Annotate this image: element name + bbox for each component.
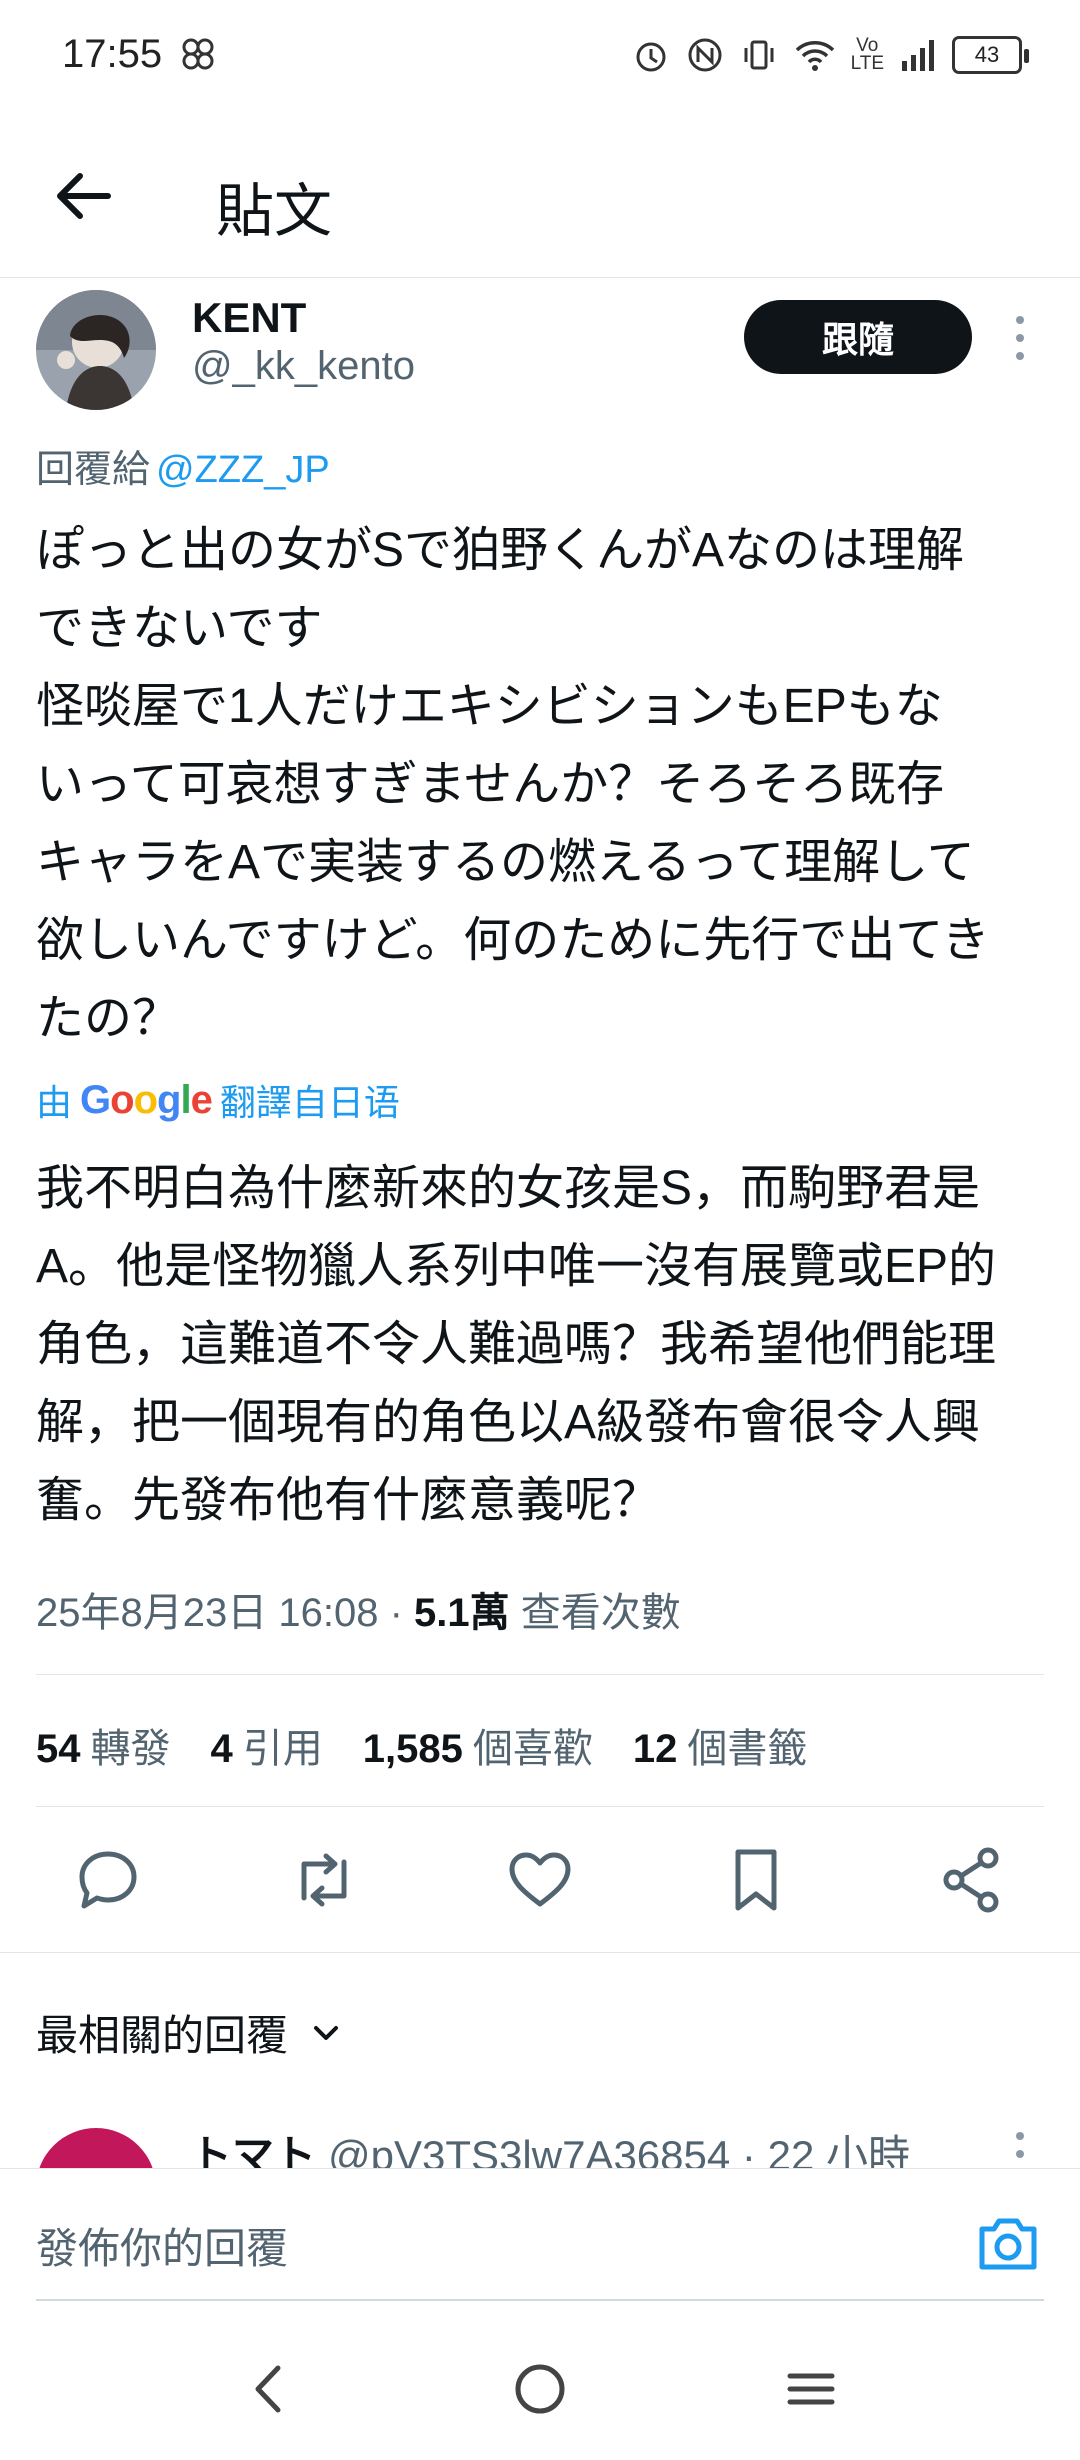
google-logo: Google [80,1077,213,1122]
divider [0,1952,1080,1953]
back-arrow-icon[interactable] [48,160,120,232]
pinwheel-icon [182,38,214,70]
system-nav-bar [0,2314,1080,2460]
replies-sort-label: 最相關的回覆 [36,2012,289,2059]
tweet-stats: 54 轉發 4 引用 1,585 個喜歡 12 個書籤 [36,1716,807,1774]
tweet-timestamp[interactable]: 25年8月23日 16:08 [36,1591,378,1635]
status-time: 17:55 [62,32,163,76]
likes-stat[interactable]: 1,585 個喜歡 [363,1716,593,1774]
reply-input[interactable]: 發佈你的回覆 [36,2215,288,2276]
volte-indicator: Vo LTE [850,35,884,74]
status-icons: Vo LTE 43 [631,30,1029,80]
translation-suffix: 翻譯自日语 [219,1082,400,1123]
quotes-stat[interactable]: 4 引用 [211,1716,323,1774]
views-count: 5.1萬 [414,1591,510,1635]
nfc-icon [688,38,722,72]
alarm-icon [636,42,666,72]
reply-to-prefix: 回覆給 [36,449,151,491]
replies-sort-dropdown[interactable]: 最相關的回覆 [36,2002,344,2063]
reply-icon[interactable] [68,1840,148,1920]
reply-composer: 發佈你的回覆 [0,2168,1080,2314]
more-options-icon[interactable] [1002,310,1038,366]
tweet-translated-text: 我不明白為什麼新來的女孩是S，而駒野君是 A。他是怪物獵人系列中唯一沒有展覽或E… [36,1162,997,1527]
camera-icon[interactable] [972,2207,1044,2279]
signal-icon [902,40,934,71]
reply-to-line: 回覆給 @ZZZ_JP [36,438,330,493]
author-name[interactable]: KENT [192,294,306,342]
reply-to-mention[interactable]: @ZZZ_JP [156,449,330,491]
translation-notice[interactable]: 由 Google 翻譯自日语 [36,1074,400,1126]
author-handle[interactable]: @_kk_kento [192,344,415,389]
nav-home-icon[interactable] [505,2354,575,2424]
battery-icon: 43 [952,36,1029,74]
translation-prefix: 由 [36,1082,73,1123]
wifi-icon [795,41,834,71]
retweets-stat[interactable]: 54 轉發 [36,1716,171,1774]
share-icon[interactable] [932,1840,1012,1920]
author-avatar[interactable] [36,290,156,410]
divider [36,1674,1044,1675]
tweet-meta: 25年8月23日 16:08 · 5.1萬 查看次數 [36,1580,681,1638]
app-header: 貼文 [0,110,1080,278]
status-bar: 17:55 Vo LTE 43 [0,0,1080,110]
bookmarks-stat[interactable]: 12 個書籤 [633,1716,808,1774]
retweet-icon[interactable] [284,1840,364,1920]
nav-back-icon[interactable] [234,2354,304,2424]
views-label: 查看次數 [520,1591,681,1635]
bookmark-icon[interactable] [716,1840,796,1920]
follow-button[interactable]: 跟隨 [744,300,972,374]
chevron-down-icon [314,2025,339,2040]
tweet-original-text: ぽっと出の女がSで狛野くんがAなのは理解 できないです 怪啖屋で1人だけエキシビ… [36,524,990,1045]
meta-separator: · [389,1591,403,1635]
nav-menu-icon[interactable] [776,2354,846,2424]
vibrate-icon [744,40,774,70]
like-icon[interactable] [500,1840,580,1920]
composer-underline [36,2299,1044,2301]
action-bar [0,1840,1080,1950]
page-title: 貼文 [216,179,333,244]
divider [36,1806,1044,1807]
